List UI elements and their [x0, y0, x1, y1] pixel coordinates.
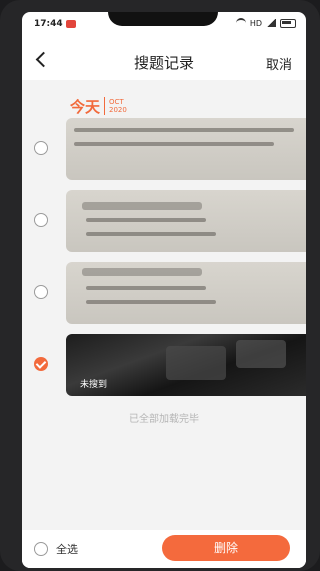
date-stack: OCT 2020: [109, 98, 127, 114]
question-text-line: [74, 142, 274, 146]
records-list: 今天 OCT 2020 未搜到 已全部加载完毕: [22, 80, 306, 530]
status-icons: HD: [235, 18, 296, 28]
date-year: 2020: [109, 106, 127, 114]
signal-icon: [266, 19, 276, 27]
status-bar: 17:44 HD: [22, 12, 306, 36]
select-all-toggle[interactable]: 全选: [34, 541, 78, 557]
all-loaded-note: 已全部加载完毕: [129, 414, 199, 425]
record-select-radio[interactable]: [34, 141, 48, 155]
page-title: 搜题记录: [133, 54, 194, 72]
question-text-line: [86, 232, 216, 236]
hd-indicator: HD: [249, 18, 262, 28]
record-thumbnail[interactable]: [66, 118, 306, 180]
bottom-action-bar: 全选 删除: [22, 530, 306, 568]
app-screen: 17:44 HD 搜题记录 取消 今天 OCT 2020 未搜到 已全部加载完毕…: [22, 12, 306, 568]
record-thumbnail[interactable]: [66, 262, 306, 324]
record-item[interactable]: 未搜到: [22, 334, 306, 396]
record-thumbnail[interactable]: [66, 190, 306, 252]
record-item[interactable]: [22, 118, 306, 180]
record-select-radio-checked[interactable]: [34, 357, 48, 371]
delete-button[interactable]: 删除: [162, 535, 290, 561]
date-month: OCT: [109, 98, 124, 106]
record-thumbnail[interactable]: 未搜到: [66, 334, 306, 396]
wifi-icon: [235, 18, 246, 28]
question-text-line: [86, 286, 206, 290]
question-text-line: [74, 128, 294, 132]
record-item[interactable]: [22, 262, 306, 324]
math-formula-blur: [82, 202, 202, 210]
status-time: 17:44: [34, 19, 63, 29]
date-divider: [104, 97, 106, 115]
question-text-line: [86, 218, 206, 222]
select-all-radio[interactable]: [34, 542, 48, 556]
record-select-radio[interactable]: [34, 213, 48, 227]
photo-object-blur: [236, 340, 286, 368]
date-header: 今天 OCT 2020: [70, 94, 127, 118]
date-today-label: 今天: [70, 97, 101, 116]
notification-app-icon: [66, 20, 76, 28]
photo-object-blur: [166, 346, 226, 380]
math-formula-blur: [82, 268, 202, 276]
cancel-button[interactable]: 取消: [266, 54, 292, 73]
record-select-radio[interactable]: [34, 285, 48, 299]
nav-bar: 搜题记录 取消: [22, 42, 306, 78]
battery-icon: [280, 18, 296, 28]
record-item[interactable]: [22, 190, 306, 252]
question-text-line: [86, 300, 216, 304]
camera-notch: [108, 12, 218, 26]
not-found-tag: 未搜到: [80, 380, 108, 390]
select-all-label: 全选: [56, 543, 78, 556]
